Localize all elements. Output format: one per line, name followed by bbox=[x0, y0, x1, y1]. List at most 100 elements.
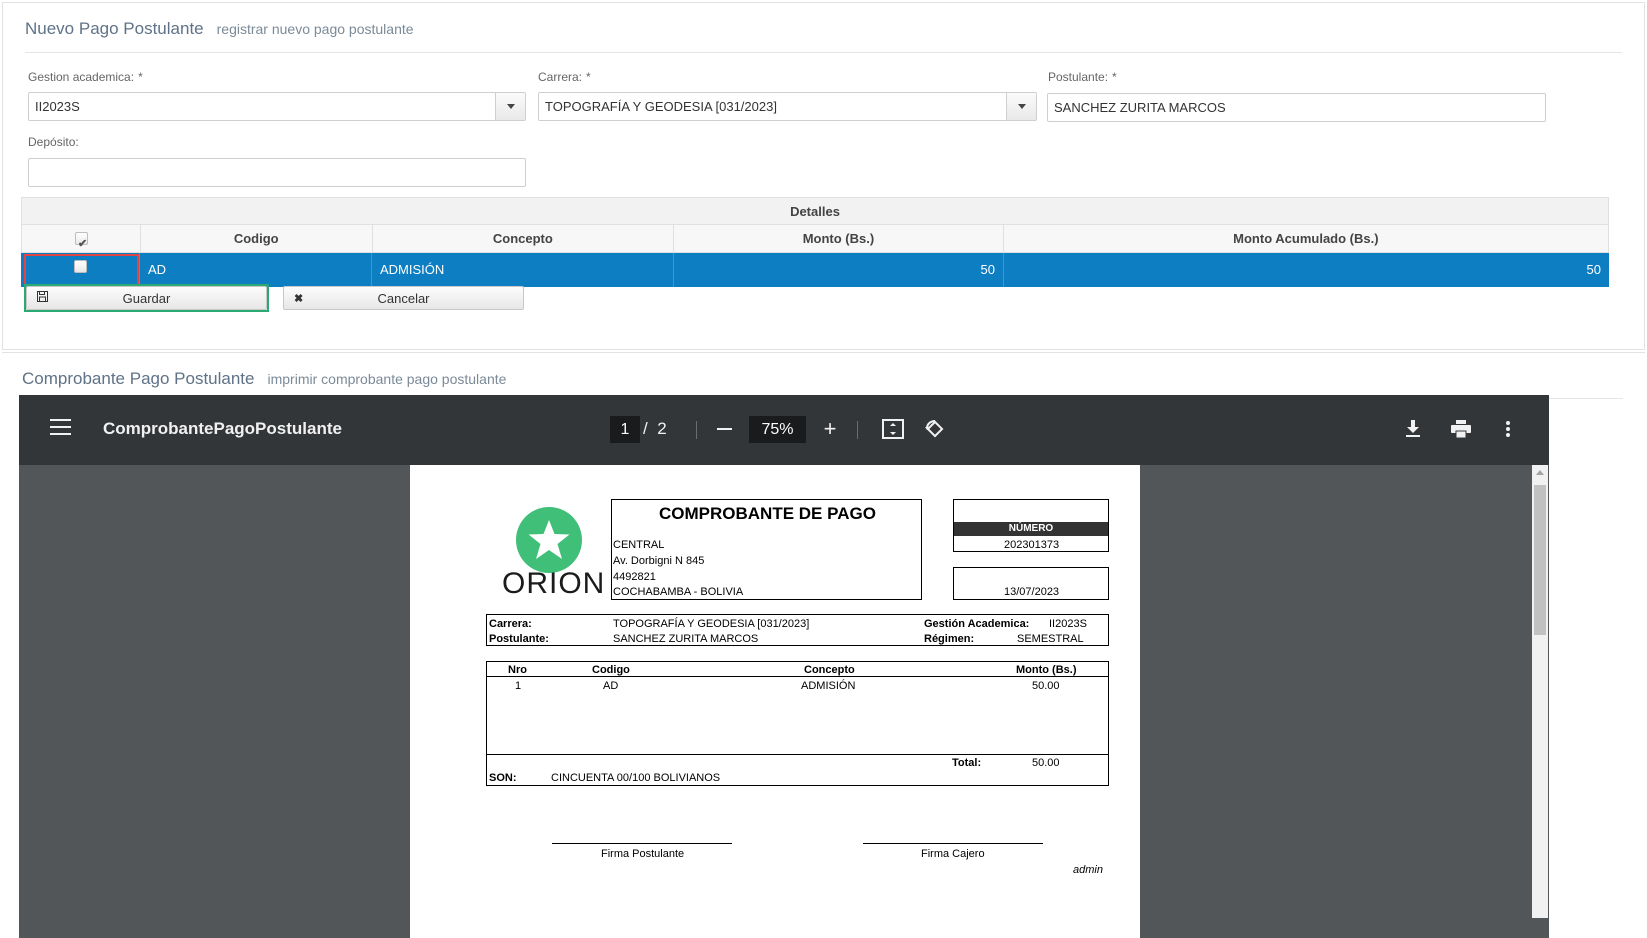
gestion-dropdown-button[interactable] bbox=[495, 93, 525, 120]
carrera-dropdown-button[interactable] bbox=[1006, 93, 1036, 120]
cell-monto-acumulado: 50 bbox=[1586, 262, 1601, 277]
close-icon: ✖ bbox=[294, 292, 304, 305]
logo-text: ORION bbox=[502, 567, 606, 600]
items-header-rule bbox=[486, 676, 1109, 677]
numero-value: 202301373 bbox=[1004, 539, 1060, 551]
postulante-label: Postulante: * bbox=[1048, 70, 1117, 84]
regimen-label: Régimen: bbox=[924, 633, 975, 645]
total-value: 50.00 bbox=[1032, 757, 1060, 769]
total-pages: 2 bbox=[657, 419, 667, 438]
download-icon bbox=[1406, 420, 1420, 437]
cell-codigo: AD bbox=[140, 253, 372, 287]
page-subtitle: registrar nuevo pago postulante bbox=[216, 21, 414, 37]
son-label: SON: bbox=[489, 772, 517, 784]
receipt-heading: COMPROBANTE DE PAGO bbox=[659, 504, 876, 523]
items-col-concepto: Concepto bbox=[804, 664, 855, 676]
required-mark: * bbox=[1112, 70, 1117, 84]
deposito-field[interactable] bbox=[28, 158, 526, 187]
firma-cajero-line bbox=[863, 843, 1043, 844]
postulante-field[interactable]: SANCHEZ ZURITA MARCOS bbox=[1047, 93, 1546, 122]
cell-concepto: ADMISIÓN bbox=[372, 253, 674, 287]
gestion-label: Gestión Academica: bbox=[924, 618, 1030, 630]
numero-label: NÚMERO bbox=[954, 522, 1108, 536]
scroll-up-icon[interactable] bbox=[1536, 470, 1544, 475]
pdf-toolbar: ComprobantePagoPostulante 1 / 2 75% + bbox=[19, 395, 1549, 465]
item-monto: 50.00 bbox=[1032, 680, 1060, 692]
page-separator: / bbox=[643, 419, 648, 438]
postulante-label-text: Postulante: bbox=[1048, 70, 1109, 84]
panel-header: Nuevo Pago Postulante registrar nuevo pa… bbox=[25, 19, 1622, 53]
cell-monto: 50 bbox=[674, 253, 1004, 287]
address-line-1: CENTRAL bbox=[613, 539, 665, 551]
print-button[interactable] bbox=[1447, 415, 1475, 443]
col-monto-acumulado[interactable]: Monto Acumulado (Bs.) bbox=[1004, 225, 1608, 252]
download-button[interactable] bbox=[1399, 415, 1427, 443]
rotate-button[interactable] bbox=[921, 415, 949, 443]
items-table bbox=[486, 661, 1109, 786]
firma-postulante: Firma Postulante bbox=[601, 848, 685, 860]
pdf-viewer: ComprobantePagoPostulante 1 / 2 75% + OR… bbox=[19, 395, 1549, 938]
rotate-icon bbox=[925, 420, 944, 438]
carrera-label: Carrera: bbox=[489, 618, 532, 630]
items-total-rule bbox=[486, 754, 1109, 755]
zoom-in-button[interactable]: + bbox=[816, 415, 844, 443]
toolbar-divider bbox=[857, 421, 858, 439]
zoom-input[interactable]: 75% bbox=[749, 416, 806, 443]
cancel-button-label: Cancelar bbox=[377, 290, 430, 306]
comprobante-title: Comprobante Pago Postulante bbox=[22, 369, 255, 388]
print-icon bbox=[1451, 420, 1471, 438]
fecha-value: 13/07/2023 bbox=[1004, 586, 1060, 598]
page-title: Nuevo Pago Postulante bbox=[25, 19, 204, 38]
page-number-input[interactable]: 1 bbox=[610, 416, 640, 443]
orion-logo bbox=[516, 507, 582, 573]
pdf-scrollbar[interactable] bbox=[1532, 465, 1548, 918]
fit-page-button[interactable] bbox=[879, 415, 907, 443]
item-concepto: ADMISIÓN bbox=[801, 680, 856, 692]
carrera-label-text: Carrera: bbox=[538, 70, 583, 84]
address-line-4: COCHABAMBA - BOLIVIA bbox=[613, 586, 744, 598]
more-vert-icon bbox=[1506, 421, 1510, 437]
gestion-select-value: II2023S bbox=[35, 99, 80, 114]
item-codigo: AD bbox=[603, 680, 619, 692]
items-col-monto: Monto (Bs.) bbox=[1016, 664, 1077, 676]
col-concepto[interactable]: Concepto bbox=[373, 225, 675, 252]
gestion-select[interactable]: II2023S bbox=[28, 92, 526, 121]
gestion-value: II2023S bbox=[1049, 618, 1087, 630]
required-mark: * bbox=[138, 70, 143, 84]
items-col-codigo: Codigo bbox=[592, 664, 630, 676]
grid-caption: Detalles bbox=[21, 197, 1609, 225]
toolbar-divider bbox=[696, 421, 697, 439]
plus-icon: + bbox=[823, 416, 837, 441]
user-name: admin bbox=[1073, 864, 1103, 876]
comprobante-subtitle: imprimir comprobante pago postulante bbox=[267, 371, 507, 387]
item-nro: 1 bbox=[515, 680, 522, 692]
menu-icon[interactable] bbox=[50, 419, 71, 435]
zoom-out-button[interactable] bbox=[710, 415, 738, 443]
son-value: CINCUENTA 00/100 BOLIVIANOS bbox=[551, 772, 721, 784]
star-icon bbox=[528, 520, 570, 559]
pdf-page: ORION COMPROBANTE DE PAGO CENTRAL Av. Do… bbox=[410, 465, 1140, 938]
address-line-2: Av. Dorbigni N 845 bbox=[613, 555, 705, 567]
firma-cajero: Firma Cajero bbox=[921, 848, 985, 860]
detalles-grid: Detalles ✔ Codigo Concepto Monto (Bs.) M… bbox=[21, 197, 1609, 287]
highlight-box-green bbox=[24, 284, 269, 312]
postulante-label: Postulante: bbox=[489, 633, 549, 645]
carrera-select-value: TOPOGRAFÍA Y GEODESIA [031/2023] bbox=[545, 99, 777, 114]
more-options-button[interactable] bbox=[1494, 415, 1522, 443]
cancel-button[interactable]: ✖ Cancelar bbox=[283, 286, 524, 310]
col-monto[interactable]: Monto (Bs.) bbox=[674, 225, 1004, 252]
items-col-nro: Nro bbox=[508, 664, 527, 676]
table-row[interactable]: AD ADMISIÓN 50 50 bbox=[21, 253, 1609, 287]
address-line-3: 4492821 bbox=[613, 571, 656, 583]
minus-icon bbox=[716, 428, 732, 430]
col-codigo[interactable]: Codigo bbox=[141, 225, 373, 252]
carrera-select[interactable]: TOPOGRAFÍA Y GEODESIA [031/2023] bbox=[538, 92, 1037, 121]
select-all-checkbox[interactable]: ✔ bbox=[75, 232, 88, 250]
row-select-cell[interactable] bbox=[21, 253, 140, 287]
highlight-box-red bbox=[24, 254, 139, 286]
select-all-cell[interactable]: ✔ bbox=[22, 225, 141, 252]
chevron-down-icon bbox=[506, 104, 515, 109]
deposito-label: Depósito: bbox=[28, 135, 79, 149]
total-label: Total: bbox=[952, 757, 982, 769]
scroll-thumb[interactable] bbox=[1534, 485, 1546, 635]
